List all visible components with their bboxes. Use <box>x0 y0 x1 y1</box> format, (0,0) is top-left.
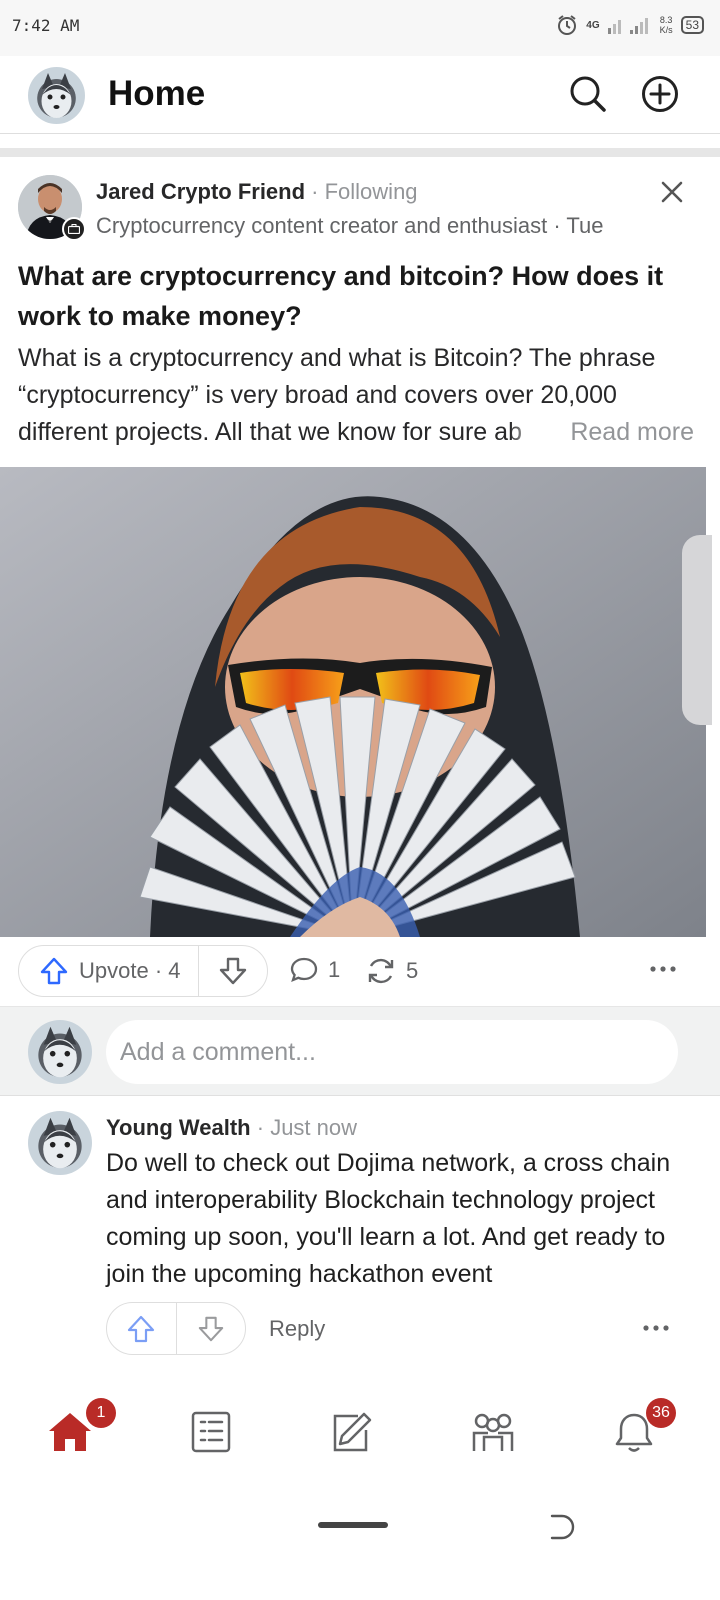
credential-badge-icon <box>62 217 86 241</box>
read-more-link[interactable]: Read more <box>510 414 694 451</box>
comment-vote-control <box>106 1302 246 1355</box>
signal-icon <box>607 18 648 34</box>
nav-following[interactable] <box>187 1408 235 1456</box>
network-type: 4G <box>586 19 600 31</box>
downvote-arrow-icon <box>198 1316 223 1341</box>
upvote-button[interactable]: Upvote · 4 <box>19 946 199 996</box>
nav-notifications[interactable]: 36 <box>610 1398 676 1456</box>
home-gesture-bar[interactable] <box>318 1522 388 1528</box>
back-gesture-icon[interactable] <box>548 1512 576 1542</box>
composer-avatar <box>28 1020 92 1084</box>
comment-author[interactable]: Young Wealth · Just now <box>106 1115 357 1141</box>
nav-answer[interactable] <box>328 1408 376 1456</box>
comments-button[interactable]: 1 <box>290 956 340 984</box>
user-avatar[interactable] <box>28 67 85 124</box>
comment-bubble-icon <box>290 957 318 982</box>
battery-indicator: 53 <box>680 16 704 34</box>
list-icon <box>191 1411 231 1453</box>
comment-upvote-button[interactable] <box>107 1303 177 1354</box>
post-image[interactable] <box>0 467 706 937</box>
more-options-icon <box>650 966 676 972</box>
nav-home[interactable]: 1 <box>46 1398 116 1456</box>
post-title[interactable]: What are cryptocurrency and bitcoin? How… <box>18 256 698 336</box>
app-header: Home <box>0 56 720 134</box>
bottom-nav: 1 36 <box>0 1380 720 1480</box>
alarm-icon <box>558 15 577 35</box>
author-credential: Cryptocurrency content creator and enthu… <box>96 213 604 238</box>
share-count: 5 <box>406 958 419 983</box>
downvote-button[interactable] <box>199 946 267 996</box>
comment-input[interactable]: Add a comment... <box>106 1020 678 1084</box>
feed-divider <box>0 148 720 157</box>
home-badge: 1 <box>86 1398 116 1428</box>
edit-icon <box>333 1412 372 1452</box>
follow-status[interactable]: · Following <box>311 179 417 204</box>
status-time: 7:42 AM <box>12 16 80 35</box>
upvote-label: Upvote · 4 <box>79 958 181 983</box>
upvote-arrow-icon <box>40 957 68 985</box>
comment-count: 1 <box>328 957 341 982</box>
scroll-handle[interactable] <box>682 535 712 725</box>
reshare-icon <box>368 958 394 984</box>
nav-spaces[interactable] <box>469 1408 517 1456</box>
more-options-icon <box>643 1325 669 1331</box>
add-button[interactable] <box>638 72 682 116</box>
close-icon <box>661 181 683 203</box>
comment-composer: Add a comment... <box>0 1006 720 1096</box>
status-bar: 7:42 AM 4G 8.3 K/s 53 <box>0 0 720 56</box>
dismiss-post-button[interactable] <box>656 176 688 208</box>
network-speed: 8.3 K/s <box>659 15 673 35</box>
upvote-arrow-icon <box>128 1315 155 1342</box>
post-more-button[interactable] <box>648 954 678 991</box>
commenter-avatar[interactable] <box>28 1111 92 1175</box>
plus-circle-icon <box>642 76 678 112</box>
post-vote-control: Upvote · 4 <box>18 945 268 997</box>
status-icons: 4G 8.3 K/s 53 <box>556 14 704 36</box>
share-button[interactable]: 5 <box>366 956 418 986</box>
spaces-icon <box>472 1413 514 1451</box>
comment-text: Do well to check out Dojima network, a c… <box>106 1149 671 1288</box>
search-icon <box>570 76 606 112</box>
reply-button[interactable]: Reply <box>269 1316 325 1342</box>
post-body[interactable]: What is a cryptocurrency and what is Bit… <box>18 340 708 451</box>
search-button[interactable] <box>566 72 610 116</box>
comment-downvote-button[interactable] <box>177 1303 246 1354</box>
downvote-arrow-icon <box>219 957 247 985</box>
page-title: Home <box>108 74 206 113</box>
notifications-badge: 36 <box>646 1398 676 1428</box>
post-author[interactable]: Jared Crypto Friend · Following <box>96 179 418 205</box>
comment-more-button[interactable] <box>641 1313 671 1350</box>
comment-time: · Just now <box>256 1115 358 1140</box>
